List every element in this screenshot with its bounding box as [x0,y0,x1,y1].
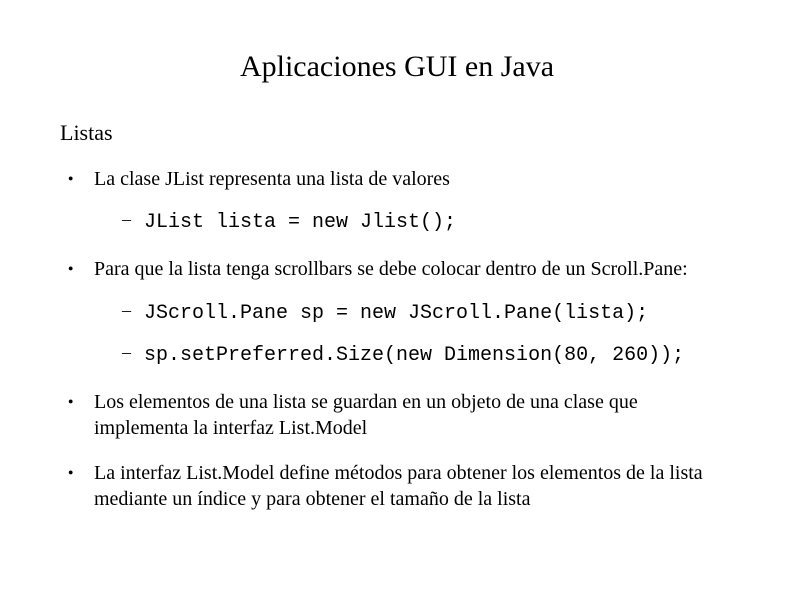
code-text: JList lista = new Jlist(); [144,211,456,234]
sub-list-item: sp.setPreferred.Size(new Dimension(80, 2… [122,339,734,371]
bullet-text: La clase JList representa una lista de v… [94,168,450,190]
bullet-text: Los elementos de una lista se guardan en… [94,391,638,439]
slide-subtitle: Listas [60,120,734,146]
bullet-text: La interfaz List.Model define métodos pa… [94,462,703,510]
code-text: JScroll.Pane sp = new JScroll.Pane(lista… [144,302,648,325]
sub-list: JScroll.Pane sp = new JScroll.Pane(lista… [94,297,734,371]
sub-list-item: JList lista = new Jlist(); [122,206,734,238]
list-item: La interfaz List.Model define métodos pa… [68,460,734,513]
bullet-list: La clase JList representa una lista de v… [60,166,734,512]
bullet-text: Para que la lista tenga scrollbars se de… [94,258,688,280]
sub-list-item: JScroll.Pane sp = new JScroll.Pane(lista… [122,297,734,329]
slide-title: Aplicaciones GUI en Java [60,50,734,84]
list-item: Para que la lista tenga scrollbars se de… [68,256,734,370]
sub-list: JList lista = new Jlist(); [94,206,734,238]
code-text: sp.setPreferred.Size(new Dimension(80, 2… [144,344,684,367]
list-item: La clase JList representa una lista de v… [68,166,734,238]
list-item: Los elementos de una lista se guardan en… [68,389,734,442]
